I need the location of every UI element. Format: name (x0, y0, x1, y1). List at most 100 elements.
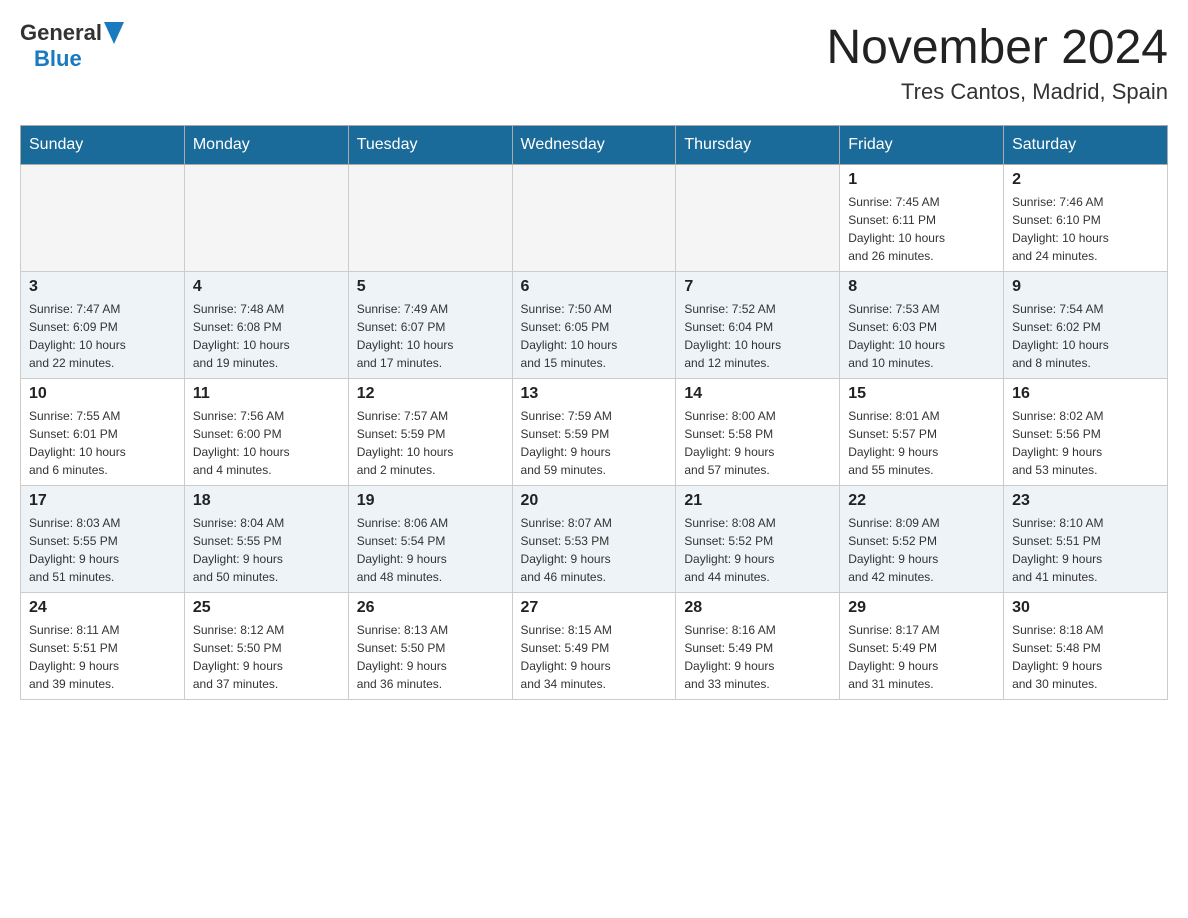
header-day-tuesday: Tuesday (348, 126, 512, 165)
day-info: Sunrise: 8:18 AM Sunset: 5:48 PM Dayligh… (1012, 621, 1159, 693)
calendar-week-1: 1Sunrise: 7:45 AM Sunset: 6:11 PM Daylig… (21, 165, 1168, 272)
day-info: Sunrise: 7:47 AM Sunset: 6:09 PM Dayligh… (29, 300, 176, 372)
day-info: Sunrise: 8:10 AM Sunset: 5:51 PM Dayligh… (1012, 514, 1159, 586)
day-info: Sunrise: 7:46 AM Sunset: 6:10 PM Dayligh… (1012, 193, 1159, 265)
logo-blue-text: Blue (34, 46, 82, 72)
calendar-cell: 4Sunrise: 7:48 AM Sunset: 6:08 PM Daylig… (184, 272, 348, 379)
logo-triangle-icon (104, 22, 124, 44)
calendar-cell: 8 Sunrise: 7:53 AM Sunset: 6:03 PM Daylig… (840, 272, 1004, 379)
day-number: 19 (357, 492, 504, 510)
calendar-cell: 6 Sunrise: 7:50 AM Sunset: 6:05 PM Daylig… (512, 272, 676, 379)
day-number: 15 (848, 385, 995, 403)
calendar-cell: 18 Sunrise: 8:04 AM Sunset: 5:55 PM Dayli… (184, 486, 348, 593)
day-number: 13 (521, 385, 668, 403)
day-number: 3 (29, 278, 176, 296)
day-number: 29 (848, 599, 995, 617)
calendar-cell: 2 Sunrise: 7:46 AM Sunset: 6:10 PM Daylig… (1004, 165, 1168, 272)
calendar-cell: 24 Sunrise: 8:11 AM Sunset: 5:51 PM Dayli… (21, 593, 185, 700)
day-number: 6 (521, 278, 668, 296)
main-title: November 2024 (826, 20, 1168, 75)
day-info: Sunrise: 8:04 AM Sunset: 5:55 PM Dayligh… (193, 514, 340, 586)
day-info: Sunrise: 7:55 AM Sunset: 6:01 PM Dayligh… (29, 407, 176, 479)
day-info: Sunrise: 8:08 AM Sunset: 5:52 PM Dayligh… (684, 514, 831, 586)
day-number: 23 (1012, 492, 1159, 510)
logo: General Blue (20, 20, 124, 72)
day-number: 9 (1012, 278, 1159, 296)
calendar-table: SundayMondayTuesdayWednesdayThursdayFrid… (20, 125, 1168, 700)
header-day-sunday: Sunday (21, 126, 185, 165)
calendar-cell (512, 165, 676, 272)
day-info: Sunrise: 8:03 AM Sunset: 5:55 PM Dayligh… (29, 514, 176, 586)
day-info: Sunrise: 8:00 AM Sunset: 5:58 PM Dayligh… (684, 407, 831, 479)
day-number: 10 (29, 385, 176, 403)
calendar-cell: 9 Sunrise: 7:54 AM Sunset: 6:02 PM Daylig… (1004, 272, 1168, 379)
day-info: Sunrise: 8:11 AM Sunset: 5:51 PM Dayligh… (29, 621, 176, 693)
calendar-week-4: 17 Sunrise: 8:03 AM Sunset: 5:55 PM Dayli… (21, 486, 1168, 593)
calendar-cell: 11 Sunrise: 7:56 AM Sunset: 6:00 PM Dayli… (184, 379, 348, 486)
day-number: 21 (684, 492, 831, 510)
calendar-cell: 10 Sunrise: 7:55 AM Sunset: 6:01 PM Dayli… (21, 379, 185, 486)
calendar-cell: 5 Sunrise: 7:49 AM Sunset: 6:07 PM Daylig… (348, 272, 512, 379)
day-info: Sunrise: 7:52 AM Sunset: 6:04 PM Dayligh… (684, 300, 831, 372)
header-day-wednesday: Wednesday (512, 126, 676, 165)
day-info: Sunrise: 7:54 AM Sunset: 6:02 PM Dayligh… (1012, 300, 1159, 372)
day-number: 20 (521, 492, 668, 510)
day-number: 27 (521, 599, 668, 617)
day-info: Sunrise: 8:16 AM Sunset: 5:49 PM Dayligh… (684, 621, 831, 693)
day-info: Sunrise: 7:50 AM Sunset: 6:05 PM Dayligh… (521, 300, 668, 372)
calendar-cell: 20 Sunrise: 8:07 AM Sunset: 5:53 PM Dayli… (512, 486, 676, 593)
day-info: Sunrise: 7:57 AM Sunset: 5:59 PM Dayligh… (357, 407, 504, 479)
logo-general-text: General (20, 20, 102, 46)
day-info: Sunrise: 8:13 AM Sunset: 5:50 PM Dayligh… (357, 621, 504, 693)
page-header: General Blue November 2024 Tres Cantos, … (20, 20, 1168, 105)
day-number: 17 (29, 492, 176, 510)
calendar-cell: 19 Sunrise: 8:06 AM Sunset: 5:54 PM Dayli… (348, 486, 512, 593)
day-info: Sunrise: 7:48 AM Sunset: 6:08 PM Dayligh… (193, 300, 340, 372)
calendar-cell: 12 Sunrise: 7:57 AM Sunset: 5:59 PM Dayli… (348, 379, 512, 486)
day-info: Sunrise: 7:56 AM Sunset: 6:00 PM Dayligh… (193, 407, 340, 479)
calendar-cell (21, 165, 185, 272)
day-info: Sunrise: 8:07 AM Sunset: 5:53 PM Dayligh… (521, 514, 668, 586)
day-number: 5 (357, 278, 504, 296)
day-info: Sunrise: 8:17 AM Sunset: 5:49 PM Dayligh… (848, 621, 995, 693)
day-number: 28 (684, 599, 831, 617)
calendar-cell: 27 Sunrise: 8:15 AM Sunset: 5:49 PM Dayli… (512, 593, 676, 700)
day-number: 16 (1012, 385, 1159, 403)
day-number: 26 (357, 599, 504, 617)
day-number: 22 (848, 492, 995, 510)
calendar-cell: 25 Sunrise: 8:12 AM Sunset: 5:50 PM Dayli… (184, 593, 348, 700)
day-info: Sunrise: 8:06 AM Sunset: 5:54 PM Dayligh… (357, 514, 504, 586)
day-number: 2 (1012, 171, 1159, 189)
calendar-cell: 30 Sunrise: 8:18 AM Sunset: 5:48 PM Dayli… (1004, 593, 1168, 700)
day-number: 8 (848, 278, 995, 296)
calendar-week-3: 10 Sunrise: 7:55 AM Sunset: 6:01 PM Dayli… (21, 379, 1168, 486)
day-number: 30 (1012, 599, 1159, 617)
calendar-cell: 7Sunrise: 7:52 AM Sunset: 6:04 PM Daylig… (676, 272, 840, 379)
day-info: Sunrise: 8:15 AM Sunset: 5:49 PM Dayligh… (521, 621, 668, 693)
calendar-cell: 28 Sunrise: 8:16 AM Sunset: 5:49 PM Dayli… (676, 593, 840, 700)
day-number: 18 (193, 492, 340, 510)
calendar-cell (184, 165, 348, 272)
calendar-cell: 13 Sunrise: 7:59 AM Sunset: 5:59 PM Dayli… (512, 379, 676, 486)
day-number: 25 (193, 599, 340, 617)
header-day-thursday: Thursday (676, 126, 840, 165)
calendar-cell: 17 Sunrise: 8:03 AM Sunset: 5:55 PM Dayli… (21, 486, 185, 593)
calendar-cell: 21 Sunrise: 8:08 AM Sunset: 5:52 PM Dayli… (676, 486, 840, 593)
calendar-cell: 1Sunrise: 7:45 AM Sunset: 6:11 PM Daylig… (840, 165, 1004, 272)
day-number: 11 (193, 385, 340, 403)
day-info: Sunrise: 7:53 AM Sunset: 6:03 PM Dayligh… (848, 300, 995, 372)
calendar-cell: 22Sunrise: 8:09 AM Sunset: 5:52 PM Dayli… (840, 486, 1004, 593)
day-number: 14 (684, 385, 831, 403)
day-info: Sunrise: 7:49 AM Sunset: 6:07 PM Dayligh… (357, 300, 504, 372)
calendar-cell: 26 Sunrise: 8:13 AM Sunset: 5:50 PM Dayli… (348, 593, 512, 700)
calendar-header-row: SundayMondayTuesdayWednesdayThursdayFrid… (21, 126, 1168, 165)
day-number: 12 (357, 385, 504, 403)
day-info: Sunrise: 8:02 AM Sunset: 5:56 PM Dayligh… (1012, 407, 1159, 479)
day-number: 24 (29, 599, 176, 617)
calendar-week-5: 24 Sunrise: 8:11 AM Sunset: 5:51 PM Dayli… (21, 593, 1168, 700)
calendar-cell (348, 165, 512, 272)
calendar-cell: 16 Sunrise: 8:02 AM Sunset: 5:56 PM Dayli… (1004, 379, 1168, 486)
calendar-cell: 15Sunrise: 8:01 AM Sunset: 5:57 PM Dayli… (840, 379, 1004, 486)
day-info: Sunrise: 7:59 AM Sunset: 5:59 PM Dayligh… (521, 407, 668, 479)
day-info: Sunrise: 8:12 AM Sunset: 5:50 PM Dayligh… (193, 621, 340, 693)
